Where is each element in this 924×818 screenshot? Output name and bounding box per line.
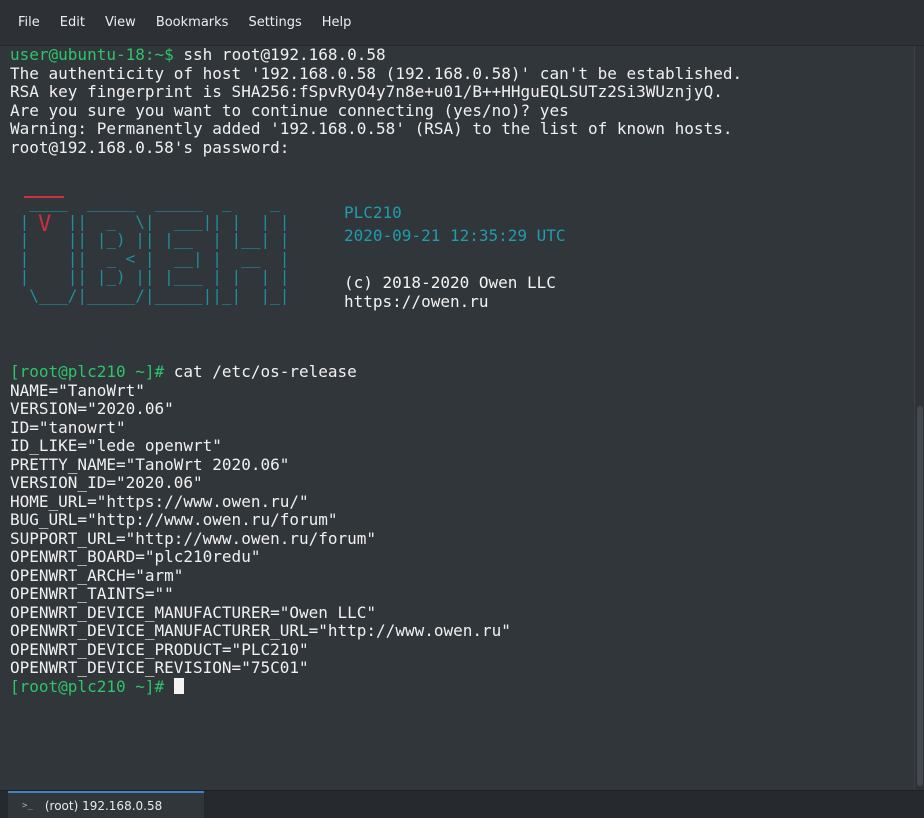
vertical-scrollbar[interactable] xyxy=(914,46,924,790)
os-release-line: ID="tanowrt" xyxy=(10,417,126,437)
password-prompt-line: root@192.168.0.58's password: xyxy=(10,137,290,157)
cat-command-line: [root@plc210 ~]# cat /etc/os-release xyxy=(10,362,357,382)
cat-command: cat /etc/os-release xyxy=(164,362,357,381)
os-release-line: OPENWRT_DEVICE_REVISION="75C01" xyxy=(10,658,309,677)
menu-edit[interactable]: Edit xyxy=(60,15,85,30)
owen-ascii-logo: ____ _____ _____ _ _ | || _ \| ___|| | |… xyxy=(19,193,290,305)
terminal-icon: >_ xyxy=(22,801,33,811)
menu-help[interactable]: Help xyxy=(322,15,352,30)
menu-settings[interactable]: Settings xyxy=(248,15,301,30)
os-release-line: OPENWRT_TAINTS="" xyxy=(10,584,174,603)
os-release-line: HOME_URL="https://www.owen.ru/" xyxy=(10,491,309,511)
tab-bar: >_ (root) 192.168.0.58 xyxy=(0,790,924,818)
os-release-line: OPENWRT_DEVICE_PRODUCT="PLC210" xyxy=(10,639,309,659)
ssh-output-line: RSA key fingerprint is SHA256:fSpvRyO4y7… xyxy=(10,82,723,101)
os-release-line: PRETTY_NAME="TanoWrt 2020.06" xyxy=(10,454,290,474)
final-prompt-line: [root@plc210 ~]# xyxy=(10,676,184,697)
os-release-line: NAME="TanoWrt" xyxy=(10,380,145,400)
os-release-line: ID_LIKE="lede openwrt" xyxy=(10,436,222,455)
ssh-output-line: The authenticity of host '192.168.0.58 (… xyxy=(10,63,743,83)
terminal-window: File Edit View Bookmarks Settings Help u… xyxy=(0,0,924,818)
os-release-line: OPENWRT_ARCH="arm" xyxy=(10,565,184,585)
os-release-line: SUPPORT_URL="http://www.owen.ru/forum" xyxy=(10,528,377,548)
os-release-line: OPENWRT_DEVICE_MANUFACTURER="Owen LLC" xyxy=(10,602,377,622)
tab-label: (root) 192.168.0.58 xyxy=(44,799,163,813)
final-prompt: [root@plc210 ~]# xyxy=(10,676,165,696)
os-release-line: VERSION="2020.06" xyxy=(10,399,174,418)
os-release-line: BUG_URL="http://www.owen.ru/forum" xyxy=(10,510,338,529)
menu-view[interactable]: View xyxy=(105,15,136,30)
ssh-command: ssh root@192.168.0.58 xyxy=(173,46,386,64)
text-cursor xyxy=(173,677,184,694)
scrollbar-thumb[interactable] xyxy=(917,406,923,786)
ssh-output-line: Are you sure you want to continue connec… xyxy=(10,100,569,120)
ssh-output-line: Warning: Permanently added '192.168.0.58… xyxy=(10,119,733,138)
user-prompt: user@ubuntu-18:~$ xyxy=(10,46,174,64)
banner-datetime: 2020-09-21 12:35:29 UTC xyxy=(344,226,566,245)
logo-accent xyxy=(24,196,64,198)
terminal-output[interactable]: user@ubuntu-18:~$ ssh root@192.168.0.58 … xyxy=(0,46,914,790)
banner-device: PLC210 xyxy=(344,203,402,222)
ssh-command-line: user@ubuntu-18:~$ ssh root@192.168.0.58 xyxy=(10,46,386,65)
os-release-line: OPENWRT_BOARD="plc210redu" xyxy=(10,547,261,566)
menu-file[interactable]: File xyxy=(18,15,40,30)
banner-url: https://owen.ru xyxy=(344,292,489,311)
banner-copyright: (c) 2018-2020 Owen LLC xyxy=(344,273,556,292)
os-release-line: OPENWRT_DEVICE_MANUFACTURER_URL="http://… xyxy=(10,621,511,640)
menu-bookmarks[interactable]: Bookmarks xyxy=(156,15,229,30)
os-release-line: VERSION_ID="2020.06" xyxy=(10,473,203,492)
tab-session[interactable]: >_ (root) 192.168.0.58 xyxy=(8,791,204,818)
menu-bar: File Edit View Bookmarks Settings Help xyxy=(0,0,924,46)
logo-v-mark: V xyxy=(38,212,52,237)
root-prompt: [root@plc210 ~]# xyxy=(10,362,165,381)
